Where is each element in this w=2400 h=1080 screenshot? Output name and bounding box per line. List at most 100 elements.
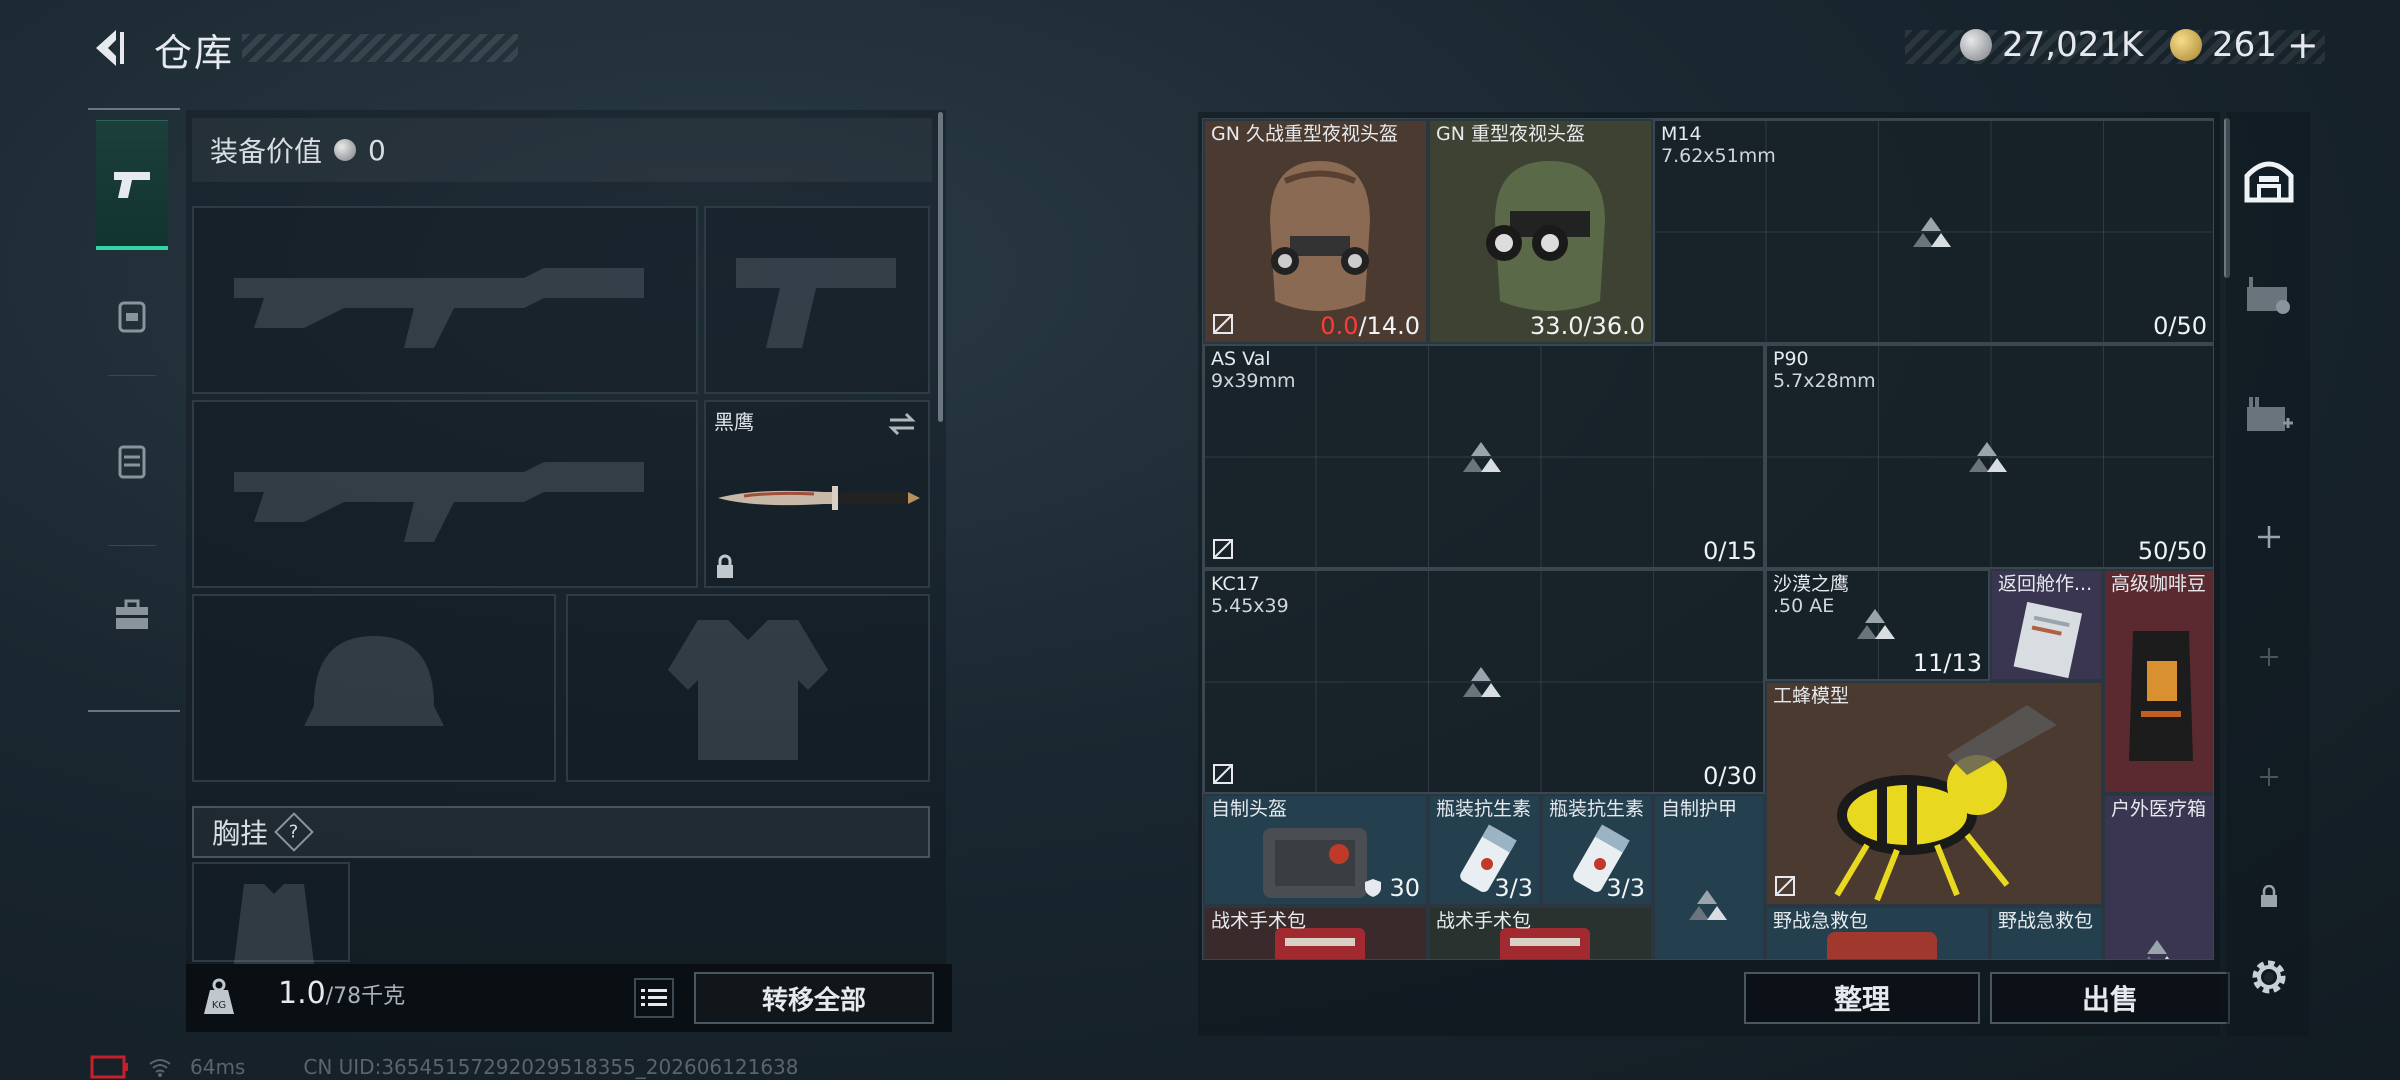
- ammo-placeholder-icon: [1463, 442, 1501, 472]
- item-caliber: 7.62x51mm: [1661, 145, 1776, 167]
- item-caliber: 5.7x28mm: [1773, 370, 1876, 392]
- title-stripe: [242, 34, 518, 62]
- backpack-icon: [118, 445, 146, 479]
- coffee-bag-icon: [2129, 631, 2193, 761]
- storage-tab-2[interactable]: [2240, 386, 2298, 444]
- item-name: AS Val: [1211, 348, 1271, 370]
- item-name: 工蜂模型: [1773, 685, 1850, 707]
- item-name: 自制头盔: [1211, 798, 1288, 820]
- placeholder-icon: [1689, 890, 1727, 920]
- storage-item[interactable]: M14 7.62x51mm 0/50: [1653, 119, 2213, 344]
- loadout-scrollbar[interactable]: [938, 112, 943, 422]
- storage-item[interactable]: KC17 5.45x39 0/30: [1203, 569, 1765, 794]
- storage-item[interactable]: 野战急救包: [1765, 906, 1990, 959]
- melee-slot[interactable]: 黑鹰: [704, 400, 930, 588]
- storage-item[interactable]: 战术手术包: [1428, 906, 1653, 959]
- rifle-silhouette-icon: [234, 462, 644, 542]
- list-view-button[interactable]: [634, 978, 674, 1018]
- item-name: 返回舱作...: [1998, 573, 2093, 595]
- help-icon[interactable]: ?: [274, 812, 314, 852]
- back-arrow-icon: [96, 30, 124, 66]
- item-name: 野战急救包: [1773, 910, 1869, 932]
- item-name: M14: [1661, 123, 1702, 145]
- storage-tab-1[interactable]: [2240, 266, 2298, 324]
- sort-button[interactable]: 整理: [1744, 972, 1980, 1024]
- main-storage-tab[interactable]: [2240, 150, 2298, 208]
- storage-item[interactable]: GN 久战重型夜视头盔 0.0/14.0: [1203, 119, 1428, 344]
- item-name: 战术手术包: [1211, 910, 1307, 932]
- item-durability: 0.0/14.0: [1320, 312, 1420, 340]
- storage-item[interactable]: 户外医疗箱: [2103, 794, 2213, 959]
- tab-backpack[interactable]: [96, 396, 168, 526]
- add-currency-button[interactable]: +: [2287, 23, 2319, 67]
- list-icon: [641, 989, 667, 1006]
- lock-icon: [717, 554, 733, 578]
- placeholder-icon: [2146, 940, 2170, 959]
- storage-item[interactable]: 返回舱作...: [1990, 569, 2103, 681]
- add-storage-button-3[interactable]: [2240, 748, 2298, 806]
- item-name: 自制护甲: [1661, 798, 1738, 820]
- storage-item[interactable]: 工蜂模型: [1765, 681, 2103, 906]
- storage-item[interactable]: 瓶装抗生素 3/3: [1541, 794, 1653, 906]
- broken-icon: [1213, 539, 1233, 559]
- storage-item[interactable]: 自制头盔 30: [1203, 794, 1428, 906]
- settings-button[interactable]: [2240, 948, 2298, 1006]
- locked-storage-slot: [2240, 868, 2298, 926]
- gold-currency: 261 +: [2170, 22, 2319, 68]
- storage-item[interactable]: GN 重型夜视头盔 33.0/36.0: [1428, 119, 1653, 344]
- add-storage-button[interactable]: [2240, 508, 2298, 566]
- secondary-weapon-slot[interactable]: [704, 206, 930, 394]
- item-count: 0/50: [2153, 312, 2207, 340]
- tab-weapons[interactable]: [96, 120, 168, 250]
- storage-item[interactable]: AS Val 9x39mm 0/15: [1203, 344, 1765, 569]
- helmet-case-icon: [1263, 828, 1367, 898]
- transfer-all-button[interactable]: 转移全部: [694, 972, 934, 1024]
- primary-weapon-slot-2[interactable]: [192, 400, 698, 588]
- item-count: 11/13: [1912, 649, 1982, 677]
- storage-item[interactable]: 高级咖啡豆: [2103, 569, 2213, 794]
- chest-rig-label: 胸挂: [212, 817, 269, 850]
- ping: 64ms: [190, 1055, 246, 1079]
- silver-amount: 27,021K: [2002, 25, 2144, 65]
- equipment-value-amount: 0: [368, 133, 386, 167]
- item-count: 0/15: [1703, 537, 1757, 565]
- gold-coin-icon: [2170, 29, 2202, 61]
- helmet-slot[interactable]: [192, 594, 556, 782]
- warehouse-icon: [2244, 161, 2294, 203]
- tab-helmet[interactable]: [96, 250, 168, 380]
- storage-item[interactable]: 自制护甲: [1653, 794, 1765, 959]
- item-name: P90: [1773, 348, 1809, 370]
- vest-silhouette-icon: [668, 620, 828, 760]
- ammo-placeholder-icon: [1857, 609, 1895, 639]
- rifle-silhouette-icon: [234, 268, 644, 348]
- night-vision-helmet-icon: [1270, 161, 1370, 311]
- armor-slot[interactable]: [566, 594, 930, 782]
- melee-name: 黑鹰: [714, 410, 754, 434]
- gold-amount: 261: [2212, 25, 2277, 65]
- back-button[interactable]: [86, 24, 134, 72]
- gear-icon: [2252, 960, 2286, 994]
- tab-case[interactable]: [96, 550, 168, 680]
- storage-item[interactable]: 野战急救包: [1990, 906, 2103, 959]
- sell-button[interactable]: 出售: [1990, 972, 2230, 1024]
- chest-rig-slot[interactable]: [192, 862, 350, 964]
- item-count: 0/30: [1703, 762, 1757, 790]
- gear-bag-icon: [118, 301, 146, 333]
- item-caliber: .50 AE: [1773, 595, 1835, 617]
- storage-item[interactable]: P90 5.7x28mm 50/50: [1765, 344, 2213, 569]
- storage-item[interactable]: 沙漠之鹰 .50 AE 11/13: [1765, 569, 1990, 681]
- equipment-value: 装备价值 0: [192, 118, 932, 182]
- weight-readout: 1.0/78千克: [278, 976, 406, 1011]
- storage-item[interactable]: 瓶装抗生素 3/3: [1428, 794, 1541, 906]
- pistol-silhouette-icon: [736, 258, 896, 348]
- storage-item[interactable]: 战术手术包: [1203, 906, 1428, 959]
- svg-text:KG: KG: [212, 1000, 226, 1011]
- swap-icon[interactable]: [886, 410, 918, 438]
- wifi-icon: [149, 1059, 171, 1077]
- chest-rig-header: 胸挂 ?: [192, 806, 930, 858]
- silver-coin-icon: [1960, 29, 1992, 61]
- primary-weapon-slot[interactable]: [192, 206, 698, 394]
- equipment-value-label: 装备价值: [210, 135, 323, 168]
- item-durability: 30: [1364, 874, 1420, 902]
- add-storage-button-2[interactable]: [2240, 628, 2298, 686]
